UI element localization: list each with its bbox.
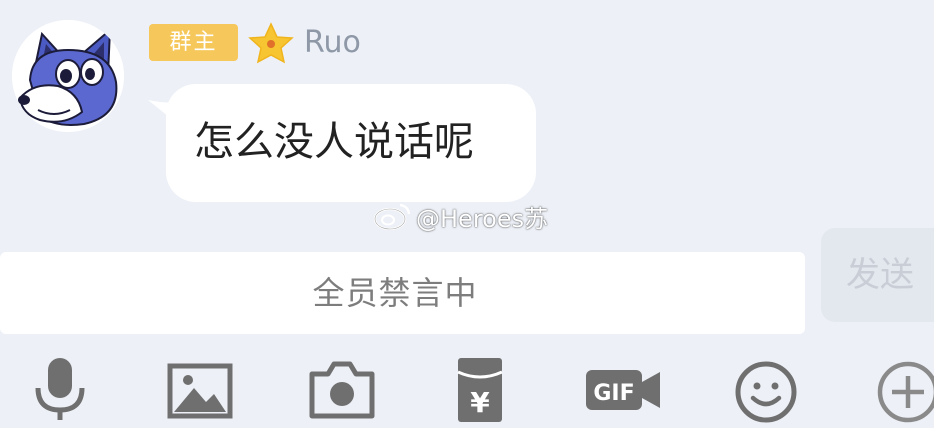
message-text: 怎么没人说话呢 xyxy=(194,119,474,165)
weibo-icon xyxy=(373,203,411,230)
red-packet-icon[interactable]: ¥ xyxy=(444,354,516,426)
gif-icon[interactable]: GIF xyxy=(584,354,664,426)
watermark: @Heroes苏 xyxy=(372,200,549,233)
send-button-label: 发送 xyxy=(846,255,914,295)
red-packet-symbol: ¥ xyxy=(470,386,490,419)
emoji-icon[interactable] xyxy=(730,354,802,426)
group-owner-badge: 群主 xyxy=(149,24,238,61)
gif-label: GIF xyxy=(593,381,634,406)
star-icon xyxy=(248,22,294,64)
fox-avatar-icon xyxy=(12,20,124,132)
plus-icon[interactable] xyxy=(872,354,934,426)
camera-icon[interactable] xyxy=(306,354,378,426)
muted-status-text: 全员禁言中 xyxy=(312,274,478,312)
avatar[interactable] xyxy=(12,20,124,132)
watermark-text: @Heroes苏 xyxy=(416,204,549,233)
sender-name[interactable]: Ruo xyxy=(304,24,361,61)
microphone-icon[interactable] xyxy=(24,354,96,426)
image-icon[interactable] xyxy=(164,354,236,426)
